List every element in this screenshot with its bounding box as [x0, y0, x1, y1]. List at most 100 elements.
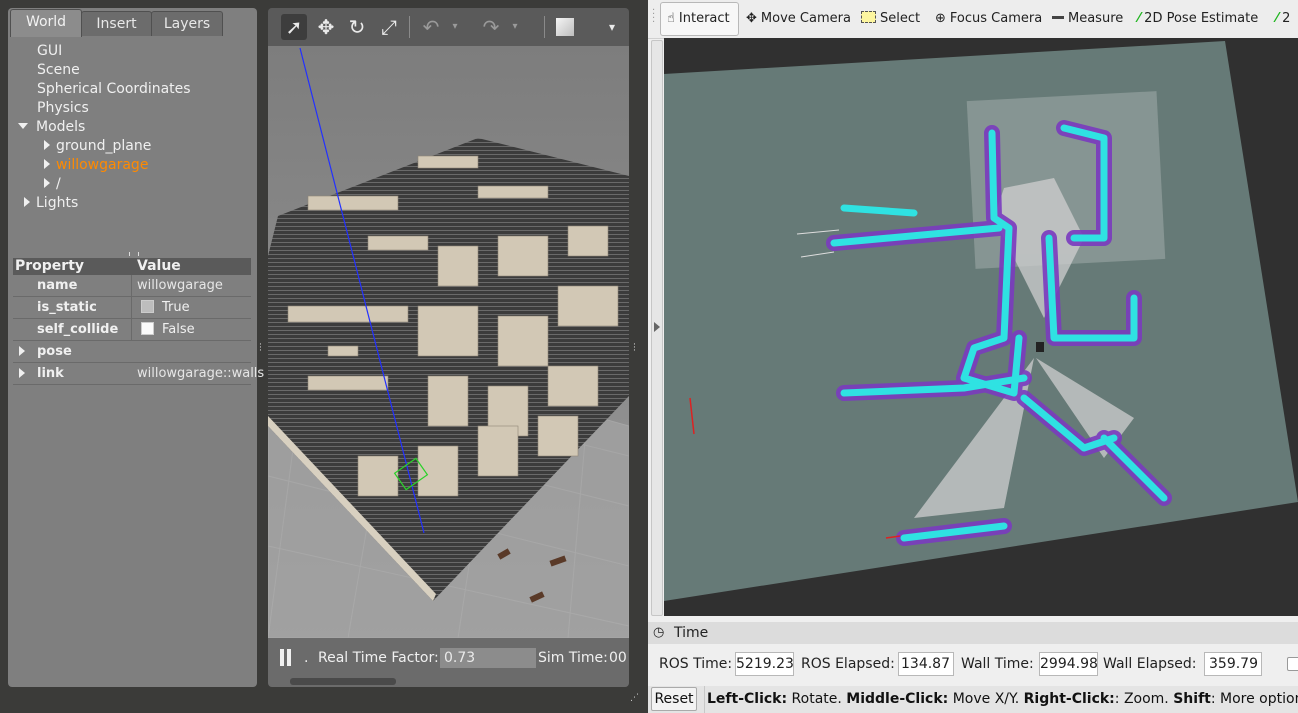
select-mode-button[interactable]: ➚	[281, 14, 307, 40]
property-value: False	[162, 322, 195, 337]
rotate-mode-button[interactable]: ↻	[344, 14, 370, 40]
expand-right-icon[interactable]	[19, 368, 25, 378]
tab-insert[interactable]: Insert	[81, 11, 152, 36]
property-value: willowgarage::walls	[137, 366, 265, 381]
translate-mode-button[interactable]: ✥	[313, 14, 339, 40]
property-key: pose	[37, 344, 72, 359]
tree-item-lights-label: Lights	[36, 195, 79, 211]
property-value: True	[162, 300, 190, 315]
resize-grip-icon[interactable]: ⋰	[630, 693, 639, 703]
undo-button[interactable]: ↶	[418, 14, 444, 40]
expand-right-icon[interactable]	[44, 178, 50, 188]
expand-right-icon[interactable]	[19, 346, 25, 356]
experimental-checkbox[interactable]	[1287, 657, 1298, 671]
box-shape-button[interactable]	[552, 14, 578, 40]
wall-time-field: 2994.98	[1039, 652, 1098, 676]
hint-move: Move X/Y.	[948, 691, 1024, 707]
splitter-grip-icon[interactable]: · · ·	[633, 341, 637, 356]
pause-icon-bar[interactable]	[280, 649, 284, 666]
hint-left-click: Left-Click:	[707, 691, 788, 707]
tree-item-lights[interactable]: Lights	[24, 194, 78, 213]
undo-history-dropdown[interactable]: ▾	[448, 14, 462, 40]
robot-marker[interactable]	[1036, 342, 1044, 352]
ros-time-field: 5219.23	[735, 652, 794, 676]
tab-layers[interactable]: Layers	[151, 11, 223, 36]
gazebo-render-window[interactable]: ➚ ✥ ↻ ⤢ ↶ ▾ ↷ ▾ ▾ . Real Time Factor: 0.…	[268, 8, 629, 687]
tree-item-spherical-coordinates[interactable]: Spherical Coordinates	[37, 80, 191, 99]
focus-camera-tool-button[interactable]: ⊕ Focus Camera	[935, 0, 1042, 38]
tab-world[interactable]: World	[10, 9, 82, 37]
tree-item-willowgarage-label: willowgarage	[56, 157, 149, 173]
real-time-factor-field: 0.73	[440, 648, 536, 668]
tree-item-scene[interactable]: Scene	[37, 61, 80, 80]
property-row-link[interactable]: link willowgarage::walls	[13, 363, 264, 385]
property-key: name	[37, 278, 78, 293]
property-table-header: Property Value	[13, 258, 251, 275]
property-row-pose[interactable]: pose	[13, 341, 251, 363]
clock-icon: ◷	[653, 625, 665, 640]
tree-item-gui[interactable]: GUI	[37, 42, 62, 61]
scale-mode-button[interactable]: ⤢	[376, 14, 402, 40]
expand-right-icon[interactable]	[44, 140, 50, 150]
pose-estimate-label: 2D Pose Estimate	[1144, 11, 1259, 26]
redo-icon: ↷	[482, 15, 500, 39]
toolbar-grip-icon: · · · ·	[652, 5, 656, 28]
hint-more: : More options.	[1210, 691, 1298, 707]
redo-button[interactable]: ↷	[478, 14, 504, 40]
chevron-down-icon: ▾	[452, 21, 458, 32]
tree-item-physics[interactable]: Physics	[37, 99, 89, 118]
interact-tool-button[interactable]: ☝ Interact	[660, 2, 739, 36]
hint-right-click: Right-Click:	[1023, 691, 1115, 707]
expand-right-icon[interactable]	[44, 159, 50, 169]
pose-estimate-tool-button[interactable]: ⁄ 2D Pose Estimate	[1138, 0, 1258, 38]
tree-item-willowgarage[interactable]: willowgarage	[44, 156, 148, 175]
move-camera-label: Move Camera	[760, 11, 851, 26]
property-row-self-collide[interactable]: self_collide False	[13, 319, 251, 341]
expand-right-icon[interactable]	[24, 197, 30, 207]
step-dot: .	[304, 650, 309, 666]
tree-item-ground-plane[interactable]: ground_plane	[44, 137, 151, 156]
nav-goal-tool-button[interactable]: ⁄ 2	[1276, 0, 1290, 38]
property-table: Property Value name willowgarage is_stat…	[13, 258, 264, 385]
rotate-icon: ↻	[348, 15, 366, 39]
mouse-hint-text: Left-Click: Rotate. Middle-Click: Move X…	[707, 691, 1298, 707]
reset-button[interactable]: Reset	[651, 687, 697, 711]
gazebo-status-bar: . Real Time Factor: 0.73 Sim Time: 00	[268, 638, 629, 687]
property-key: link	[37, 366, 64, 381]
dock-expand-arrow-icon[interactable]	[654, 322, 660, 332]
wall-elapsed-label: Wall Elapsed:	[1103, 656, 1197, 672]
pause-icon[interactable]	[287, 649, 291, 666]
horizontal-scrollbar[interactable]	[290, 678, 396, 685]
interact-label: Interact	[678, 11, 730, 26]
chevron-down-icon: ▾	[608, 20, 616, 34]
rviz-status-bar: Reset Left-Click: Rotate. Middle-Click: …	[648, 686, 1298, 713]
rviz-3d-view[interactable]	[664, 38, 1298, 616]
select-label: Select	[880, 11, 921, 26]
toolbar-overflow-menu[interactable]: ▾	[604, 14, 620, 40]
hint-zoom: : Zoom.	[1114, 691, 1174, 707]
ruler-icon	[1052, 16, 1064, 19]
ros-elapsed-label: ROS Elapsed:	[801, 656, 895, 672]
tree-item-root-model[interactable]: /	[44, 175, 61, 194]
property-row-is-static[interactable]: is_static True	[13, 297, 251, 319]
expand-down-icon[interactable]	[18, 123, 28, 129]
wall-elapsed-field: 359.79	[1204, 652, 1262, 676]
measure-tool-button[interactable]: Measure	[1052, 0, 1123, 38]
header-value: Value	[137, 258, 181, 274]
select-tool-button[interactable]: Select	[861, 0, 920, 38]
self-collide-checkbox[interactable]	[141, 322, 154, 335]
tree-item-models[interactable]: Models	[18, 118, 85, 137]
rviz-window: · · · · ☝ Interact ✥ Move Camera Select ⊕ Focu…	[648, 0, 1298, 713]
green-arrow-icon: ⁄	[1138, 11, 1141, 26]
world-3d-viewport[interactable]	[268, 46, 629, 638]
move-camera-tool-button[interactable]: ✥ Move Camera	[746, 0, 851, 38]
gazebo-toolbar: ➚ ✥ ↻ ⤢ ↶ ▾ ↷ ▾ ▾	[268, 8, 629, 46]
redo-history-dropdown[interactable]: ▾	[508, 14, 522, 40]
property-row-name[interactable]: name willowgarage	[13, 275, 251, 297]
is-static-checkbox[interactable]	[141, 300, 154, 313]
tree-item-ground-plane-label: ground_plane	[56, 138, 152, 154]
splitter-grip-icon[interactable]: · · ·	[259, 341, 263, 356]
splitter-handle-icon[interactable]	[129, 252, 139, 256]
costmap-visualization[interactable]	[664, 38, 1298, 616]
chevron-down-icon: ▾	[512, 21, 518, 32]
